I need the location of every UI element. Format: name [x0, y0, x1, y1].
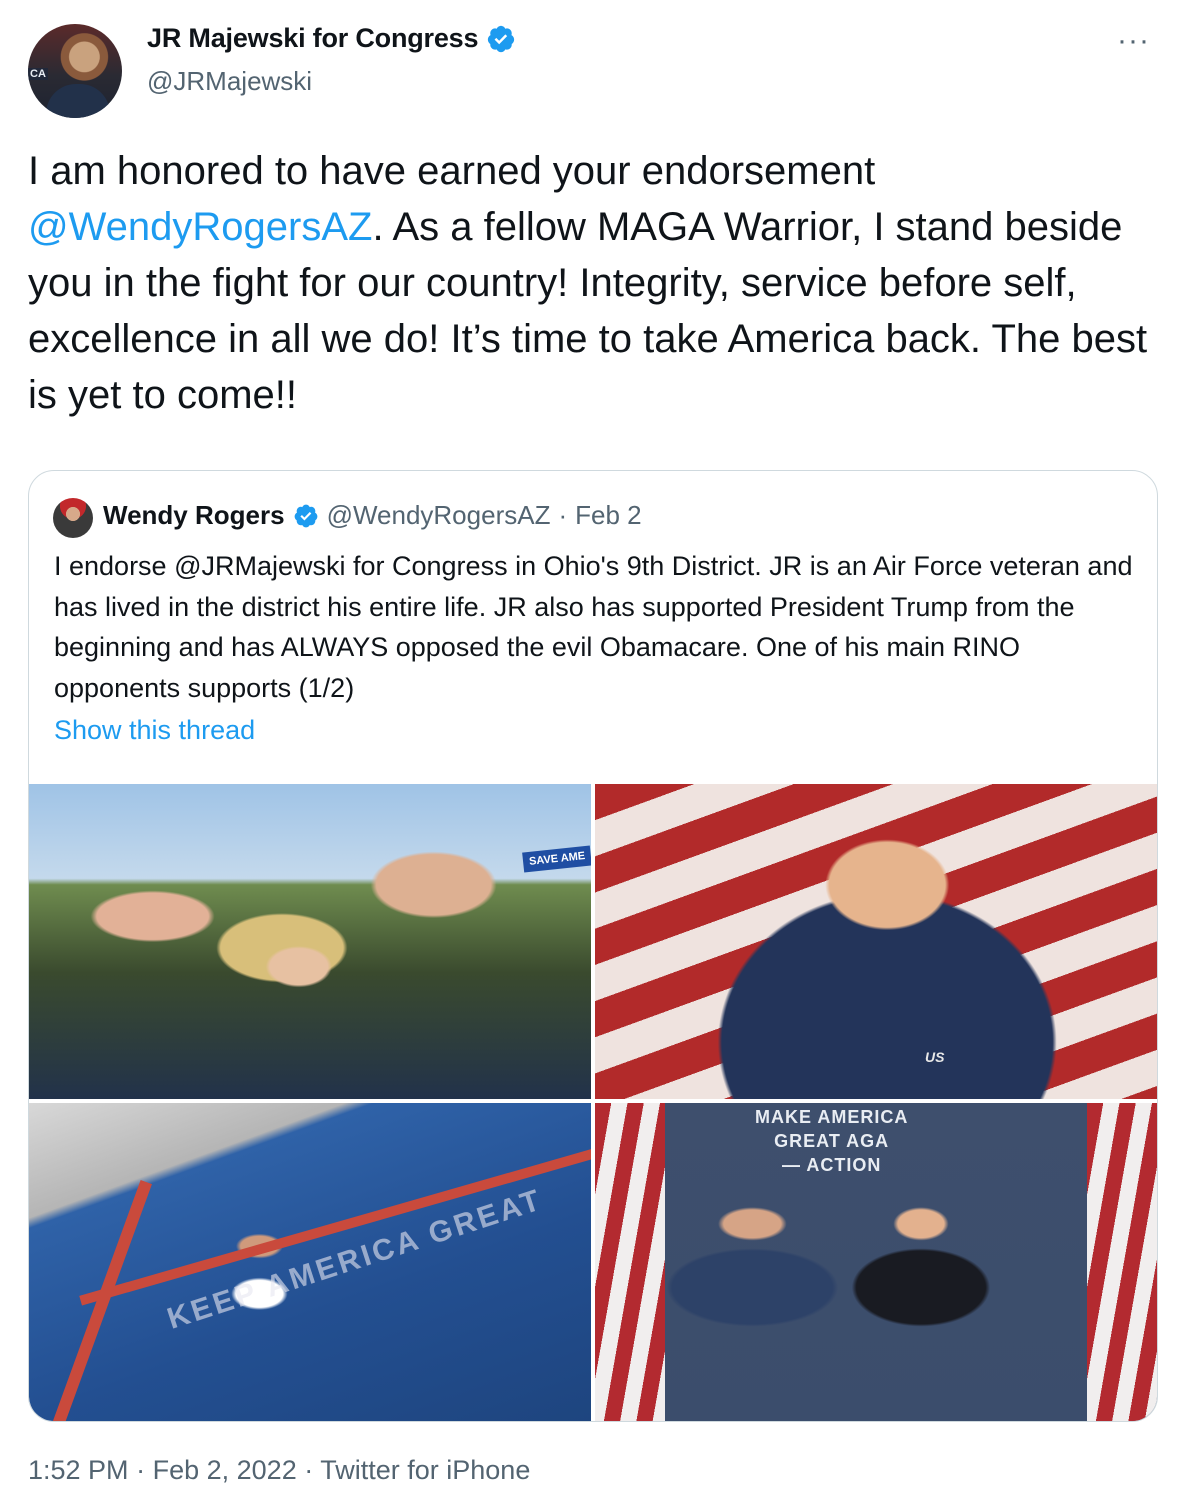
quoted-tweet-date[interactable]: Feb 2: [575, 500, 642, 531]
flag-right: [1087, 1103, 1157, 1421]
footer-separator-2: ·: [304, 1455, 314, 1485]
banner-line-2: GREAT AGA: [774, 1131, 890, 1151]
author-display-name[interactable]: JR Majewski for Congress: [147, 23, 516, 54]
photo-fist-bump[interactable]: MAKE AMERICA GREAT AGA — ACTION: [595, 1103, 1157, 1421]
tweet-text-before: I am honored to have earned your endorse…: [28, 149, 876, 193]
more-options-icon[interactable]: ···: [1117, 24, 1150, 58]
tweet-mention-link[interactable]: @WendyRogersAZ: [28, 205, 372, 249]
banner-line-1: MAKE AMERICA: [755, 1107, 909, 1127]
quoted-separator: ·: [558, 500, 568, 530]
quoted-tweet-header: Wendy Rogers @WendyRogersAZ · Feb 2: [103, 500, 642, 531]
author-name-text: JR Majewski for Congress: [147, 23, 479, 53]
backdrop-banner: MAKE AMERICA GREAT AGA — ACTION: [755, 1105, 908, 1177]
photo-air-force-portrait[interactable]: US: [595, 784, 1157, 1099]
quoted-author-avatar[interactable]: [53, 498, 93, 538]
quoted-tweet-text: I endorse @JRMajewski for Congress in Oh…: [54, 551, 1133, 703]
tweet-source[interactable]: Twitter for iPhone: [320, 1455, 530, 1485]
verified-badge-icon: [488, 25, 515, 52]
quoted-tweet-card[interactable]: Wendy Rogers @WendyRogersAZ · Feb 2 I en…: [28, 470, 1158, 1422]
author-avatar[interactable]: CA: [28, 24, 122, 118]
photo-patch-text: US: [925, 1049, 945, 1065]
avatar-badge-text: CA: [28, 68, 48, 80]
quoted-author-name[interactable]: Wendy Rogers: [103, 500, 285, 531]
quoted-verified-badge-icon: [294, 504, 317, 527]
photo-painted-lawn[interactable]: KEEP AMERICA GREAT: [29, 1103, 591, 1421]
quoted-author-handle[interactable]: @WendyRogersAZ: [327, 500, 551, 531]
photo-sign-text: SAVE AME: [521, 845, 591, 873]
show-thread-link[interactable]: Show this thread: [54, 715, 255, 746]
author-handle[interactable]: @JRMajewski: [147, 66, 312, 97]
tweet-date[interactable]: Feb 2, 2022: [153, 1455, 297, 1485]
flag-left: [595, 1103, 665, 1421]
tweet-time[interactable]: 1:52 PM: [28, 1455, 129, 1485]
avatar-figure: [46, 84, 110, 118]
banner-line-3: — ACTION: [782, 1155, 882, 1175]
tweet-footer: 1:52 PM · Feb 2, 2022 · Twitter for iPho…: [28, 1455, 530, 1486]
footer-separator-1: ·: [136, 1455, 146, 1485]
photo-selfie-group[interactable]: SAVE AME: [29, 784, 591, 1099]
tweet-text: I am honored to have earned your endorse…: [28, 143, 1148, 423]
media-grid: SAVE AME US KEEP AMERICA GREAT MAKE AMER…: [29, 784, 1157, 1421]
